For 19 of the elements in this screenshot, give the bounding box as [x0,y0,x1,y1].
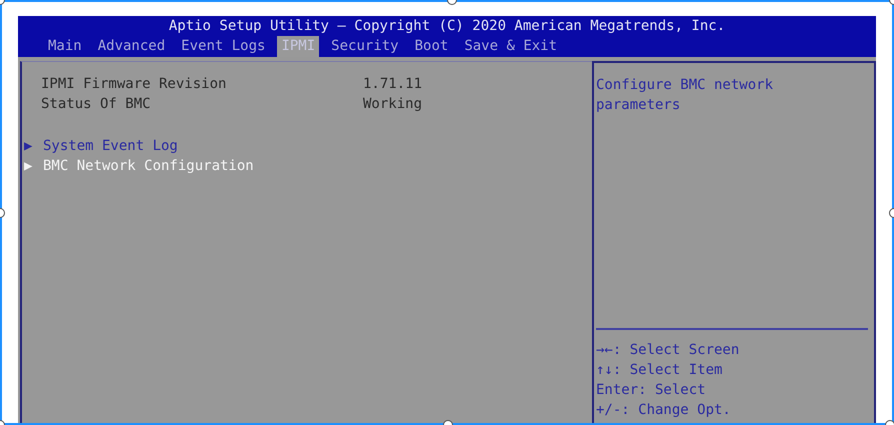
field-label: Status Of BMC [41,95,152,114]
key-hint: →←: Select Screen [596,341,740,360]
submenu-item[interactable]: System Event Log [43,136,178,156]
menu-tab[interactable]: Advanced [94,36,170,57]
menu-tab[interactable]: Save & Exit [460,36,562,57]
menu-tab[interactable]: Security [327,36,403,57]
submenu-arrow-icon: ▶ [24,156,43,176]
field-value: Working [363,95,422,114]
key-hint: Enter: Select [596,381,707,400]
help-text: Configure BMC network parameters [596,76,774,115]
submenu-arrow-icon: ▶ [24,136,43,156]
menu-tab[interactable]: Boot [410,36,452,57]
window-title: Aptio Setup Utility – Copyright (C) 2020 American Megatrends, Inc. [168,17,726,36]
key-hint: +/-: Change Opt. [596,401,732,420]
field-value: 1.71.11 [363,75,422,94]
field-label: IPMI Firmware Revision [41,75,228,94]
key-hint: ↑↓: Select Item [596,361,724,380]
menu-tab[interactable]: Main [44,36,86,57]
menu-tab[interactable]: Event Logs [177,36,270,57]
